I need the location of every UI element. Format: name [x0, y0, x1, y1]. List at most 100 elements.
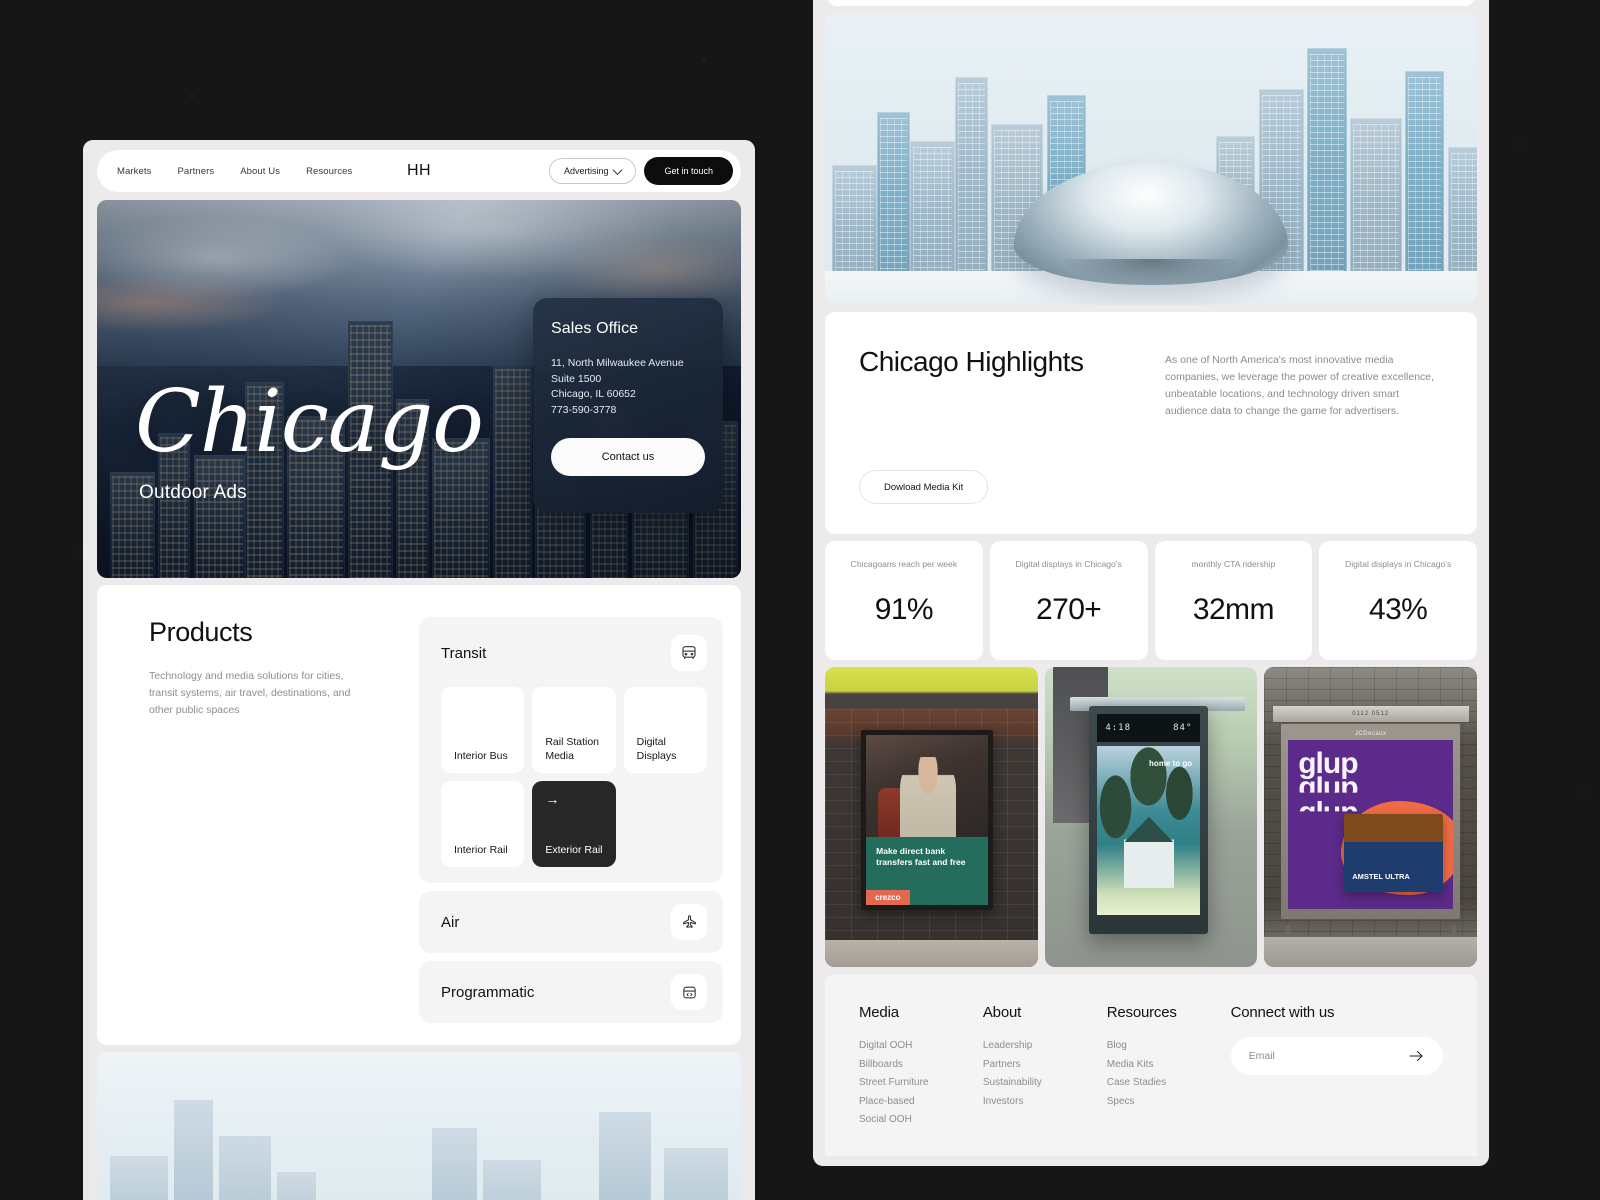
products-description: Technology and media solutions for citie… [149, 670, 351, 716]
previous-section-edge [827, 0, 1475, 6]
tile-interior-rail[interactable]: Interior Rail [441, 781, 525, 867]
address-line-3: Chicago, IL 60652 [551, 388, 636, 401]
category-programmatic-title: Programmatic [441, 983, 535, 1001]
footer-column-title: Resources [1106, 1004, 1177, 1021]
email-subscribe-form[interactable] [1230, 1037, 1443, 1075]
contact-us-button[interactable]: Contact us [551, 438, 705, 477]
highlights-title: Chicago Highlights [859, 346, 1084, 377]
footer-link[interactable]: Billboards [859, 1056, 983, 1075]
poster-frame: Make direct bank transfers fast and free… [861, 730, 993, 910]
address-line-1: 11, North Milwaukee Avenue [551, 357, 684, 369]
kiosk-clock: 4:18 [1105, 722, 1131, 733]
chicago-highlights-section: Chicago Highlights Dowload Media Kit As … [825, 312, 1477, 534]
sales-office-address: 11, North Milwaukee Avenue Suite 1500 Ch… [551, 356, 705, 418]
footer-column-connect: Connect with us [1230, 1004, 1443, 1130]
hero-subtitle: Outdoor Ads [139, 482, 247, 503]
nav-item-resources[interactable]: Resources [306, 166, 352, 177]
footer-link[interactable]: Media Kits [1107, 1056, 1231, 1075]
hero-section: Chicago Outdoor Ads Sales Office 11, Nor… [97, 200, 741, 578]
footer-link[interactable]: Street Furniture [859, 1074, 983, 1093]
stat-value: 43% [1369, 593, 1428, 626]
stat-card: Digital displays in Chicago's 43% [1319, 541, 1477, 660]
tile-label: Rail Station Media [545, 735, 600, 762]
brand-line-1: home [1149, 759, 1171, 769]
operator-label: JCDecaux [1354, 731, 1387, 737]
footer-column-title: About [982, 1004, 1022, 1021]
product-brand-label: AMSTEL ULTRA [1352, 871, 1410, 881]
tile-digital-displays[interactable]: Digital Displays [623, 687, 707, 773]
logo[interactable]: HH [407, 162, 431, 180]
kiosk-info-bar: 4:18 84° [1097, 714, 1201, 742]
advertising-dropdown[interactable]: Advertising [548, 158, 637, 184]
site-footer: Media Digital OOH Billboards Street Furn… [825, 974, 1477, 1156]
stat-value: 270+ [1036, 593, 1102, 626]
city-photo-strip [97, 1052, 741, 1200]
stat-label: Chicagoans reach per week [850, 559, 958, 569]
stat-label: Digital displays in Chicago's [1345, 559, 1452, 569]
bus-icon [671, 635, 707, 671]
tile-label: Interior Rail [454, 843, 508, 856]
footer-link[interactable]: Social OOH [859, 1111, 983, 1130]
category-transit-header: Transit [441, 635, 707, 671]
chevron-down-icon [613, 164, 623, 175]
product-categories: Transit Interior Bus Rail Station Media … [419, 617, 723, 1023]
poster-brand: crezco [866, 890, 910, 905]
shelter-ad: glup glup glup AMSTEL ULTRA [1288, 740, 1453, 909]
category-transit-title: Transit [441, 644, 487, 662]
get-in-touch-button[interactable]: Get in touch [644, 157, 733, 185]
beer-packs: AMSTEL ULTRA [1344, 814, 1444, 893]
stat-card: Chicagoans reach per week 91% [825, 541, 983, 660]
footer-link[interactable]: Blog [1107, 1037, 1231, 1056]
poster-headline: Make direct bank transfers fast and free [876, 846, 966, 868]
stat-card: monthly CTA ridership 32mm [1154, 541, 1313, 660]
nav-item-partners[interactable]: Partners [177, 166, 214, 177]
gallery-item-bus-shelter[interactable]: 0112 0512 JCDecaux glup glup glup AMSTEL… [1264, 667, 1477, 967]
submit-arrow-icon[interactable] [1407, 1047, 1425, 1065]
category-programmatic[interactable]: Programmatic [419, 961, 723, 1023]
download-media-kit-button[interactable]: Dowload Media Kit [859, 470, 989, 504]
category-air[interactable]: Air [419, 891, 723, 953]
site-header: Markets Partners About Us Resources HH A… [97, 150, 741, 192]
footer-link[interactable]: Digital OOH [859, 1037, 983, 1056]
highlights-paragraph: As one of North America's most innovativ… [1165, 354, 1435, 417]
footer-link[interactable]: Leadership [983, 1037, 1107, 1056]
footer-link[interactable]: Partners [983, 1056, 1107, 1075]
email-input[interactable] [1248, 1050, 1407, 1062]
products-intro: Products Technology and media solutions … [149, 617, 393, 1023]
tile-exterior-rail[interactable]: → Exterior Rail [532, 781, 616, 867]
gallery-item-digital-kiosk[interactable]: 4:18 84° home to go [1044, 667, 1258, 967]
footer-link[interactable]: Sustainability [983, 1074, 1107, 1093]
footer-column-media: Media Digital OOH Billboards Street Furn… [859, 1004, 983, 1130]
gallery-item-billboard[interactable]: Make direct bank transfers fast and free… [825, 667, 1038, 967]
advertising-dropdown-label: Advertising [563, 166, 609, 176]
footer-link[interactable]: Investors [983, 1093, 1107, 1112]
tile-label: Digital Displays [636, 735, 677, 762]
footer-link[interactable]: Case Stadies [1107, 1074, 1231, 1093]
nav-item-markets[interactable]: Markets [117, 166, 151, 177]
left-page-preview: Markets Partners About Us Resources HH A… [83, 140, 755, 1200]
kiosk-screen: home to go [1097, 745, 1201, 916]
footer-column-title: Media [859, 1004, 899, 1021]
kiosk-temperature: 84° [1173, 722, 1193, 733]
transit-tiles: Interior Bus Rail Station Media Digital … [441, 687, 707, 867]
nav-item-about-us[interactable]: About Us [240, 166, 280, 177]
shelter-panel-code: 0112 0512 [1272, 706, 1469, 722]
category-transit[interactable]: Transit Interior Bus Rail Station Media … [419, 617, 723, 883]
tile-interior-bus[interactable]: Interior Bus [441, 687, 525, 773]
kiosk-body: 4:18 84° home to go [1089, 706, 1209, 934]
sales-office-phone: 773-590-3778 [551, 403, 617, 416]
pavement [1264, 937, 1477, 967]
glup-line-2: glup [1298, 771, 1358, 805]
products-section: Products Technology and media solutions … [97, 585, 741, 1045]
header-actions: Advertising Get in touch [548, 157, 733, 185]
tile-label: Interior Bus [454, 749, 508, 762]
tile-rail-station-media[interactable]: Rail Station Media [532, 687, 616, 773]
footer-link[interactable]: Place-based [859, 1093, 983, 1112]
stat-label: monthly CTA ridership [1191, 559, 1276, 569]
hero-title: Chicago [135, 372, 484, 472]
programmatic-icon [671, 974, 707, 1010]
footer-link[interactable]: Specs [1107, 1093, 1231, 1112]
sales-office-title: Sales Office [551, 320, 639, 337]
poster-photo [866, 735, 988, 837]
products-title: Products [149, 617, 253, 647]
